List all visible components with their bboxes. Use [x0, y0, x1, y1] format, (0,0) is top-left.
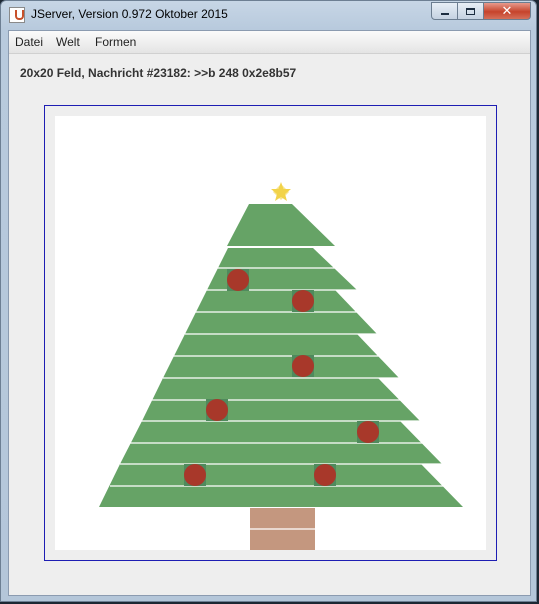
maximize-icon — [466, 7, 475, 15]
tree-trunk — [250, 508, 315, 550]
board-frame — [44, 105, 497, 561]
ornament-icon — [227, 269, 249, 291]
close-button[interactable]: ✕ — [483, 2, 531, 20]
maximize-button[interactable] — [457, 2, 484, 20]
client-area: Datei Welt Formen 20x20 Feld, Nachricht … — [8, 30, 531, 596]
close-icon: ✕ — [501, 3, 513, 19]
ornament-icon — [314, 464, 336, 486]
ornament-icon — [184, 464, 206, 486]
tree-tier-1 — [227, 204, 335, 246]
christmas-tree-drawing — [99, 182, 463, 550]
menu-datei[interactable]: Datei — [15, 35, 43, 49]
ornament-icon — [357, 421, 379, 443]
java-app-icon — [9, 7, 25, 23]
status-message: 20x20 Feld, Nachricht #23182: >>b 248 0x… — [20, 66, 297, 80]
ornament-icon — [292, 355, 314, 377]
app-window: JServer, Version 0.972 Oktober 2015 ✕ Da… — [0, 0, 537, 602]
minimize-button[interactable] — [431, 2, 458, 20]
ornament-icon — [292, 290, 314, 312]
window-title: JServer, Version 0.972 Oktober 2015 — [31, 7, 228, 21]
menu-welt[interactable]: Welt — [56, 35, 80, 49]
star-icon — [271, 182, 291, 201]
menu-formen[interactable]: Formen — [95, 35, 136, 49]
ornament-icon — [206, 399, 228, 421]
title-bar[interactable]: JServer, Version 0.972 Oktober 2015 ✕ — [1, 1, 536, 29]
minimize-icon — [440, 13, 449, 15]
board-canvas[interactable] — [55, 116, 486, 550]
menu-bar: Datei Welt Formen — [9, 31, 530, 54]
